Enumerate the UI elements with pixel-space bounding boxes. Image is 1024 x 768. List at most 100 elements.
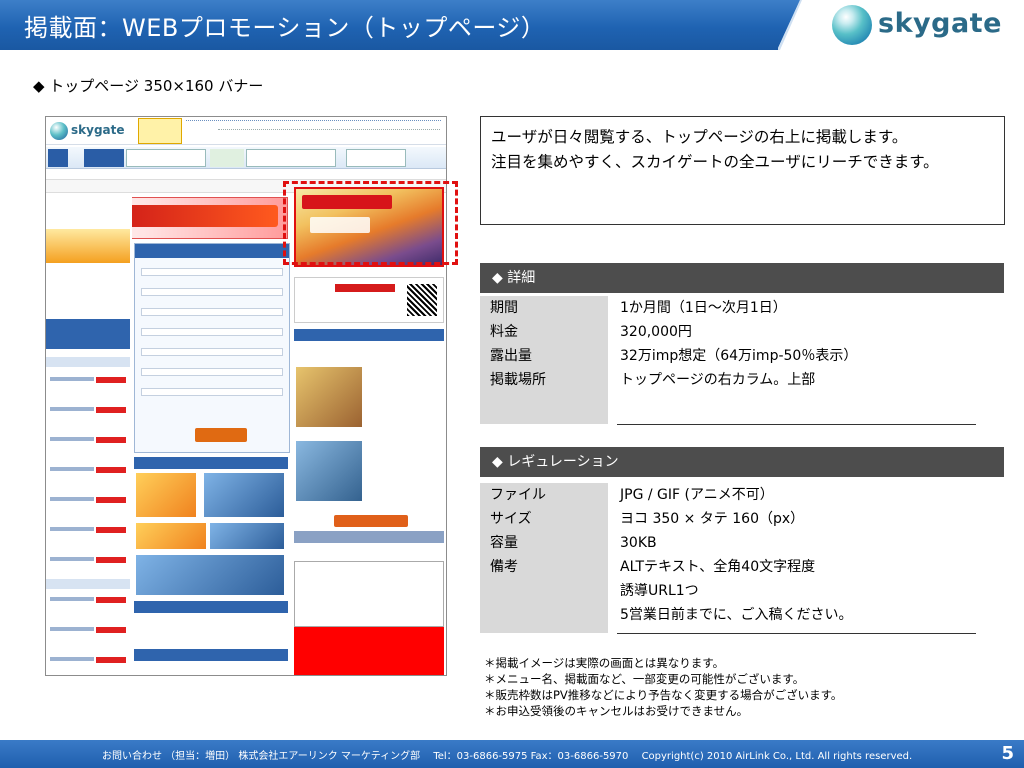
- regulation-label: 備考: [480, 555, 608, 579]
- mock-left-band: [46, 579, 130, 589]
- note-item: ＊販売枠数はPV推移などにより予告なく変更する場合がございます。: [484, 688, 843, 702]
- mock-field: [141, 368, 283, 376]
- skygate-logo-icon: [832, 5, 872, 45]
- mock-field: [141, 308, 283, 316]
- regulation-label: 容量: [480, 531, 608, 555]
- description-line-1: ユーザが日々閲覧する、トップページの右上に掲載します。: [491, 128, 908, 146]
- mock-field: [141, 328, 283, 336]
- mock-field: [141, 288, 283, 296]
- regulation-row: 備考 ALTテキスト、全角40文字程度: [480, 555, 1004, 579]
- regulation-label: [480, 579, 608, 603]
- mock-right-header: [294, 329, 444, 341]
- mock-mid-img: [136, 473, 196, 517]
- mock-right-button: [334, 515, 408, 527]
- subtitle: ◆ トップページ 350×160 バナー: [33, 77, 264, 95]
- regulation-value: ヨコ 350 × タテ 160（px）: [620, 511, 805, 527]
- banner-placement-frame: [283, 181, 458, 265]
- mock-right-header: [294, 531, 444, 543]
- note-item: ＊メニュー名、掲載面など、一部変更の可能性がございます。: [484, 672, 805, 686]
- regulation-row: 容量 30KB: [480, 531, 1004, 555]
- mock-line: [50, 377, 94, 381]
- details-rule: [617, 424, 976, 425]
- mock-logo-icon: [50, 122, 68, 140]
- regulation-label-fill: [480, 627, 608, 633]
- footer-contact-text: お問い合わせ （担当：増田） 株式会社エアーリンク マーケティング部 Tel：0…: [102, 751, 913, 762]
- mock-line: [50, 497, 94, 501]
- mock-line: [50, 597, 94, 601]
- slide-footer: お問い合わせ （担当：増田） 株式会社エアーリンク マーケティング部 Tel：0…: [0, 740, 1024, 768]
- mock-line: [50, 557, 94, 561]
- mock-promo-badge: [138, 118, 182, 144]
- description-box: ユーザが日々閲覧する、トップページの右上に掲載します。 注目を集めやすく、スカイ…: [480, 116, 1005, 225]
- mock-line: [50, 527, 94, 531]
- mock-price: [96, 627, 126, 633]
- details-value: 32万imp想定（64万imp-50％表示）: [620, 348, 858, 364]
- mock-phone-box: [294, 277, 444, 323]
- mock-nav-tab: [84, 149, 124, 167]
- mock-left-promo: [46, 229, 130, 263]
- note-item: ＊掲載イメージは実際の画面とは異なります。: [484, 656, 725, 670]
- mock-mid-header: [134, 649, 288, 661]
- mock-price: [96, 377, 126, 383]
- mock-line: [50, 437, 94, 441]
- mock-nav-tab: [246, 149, 336, 167]
- slide-title: 掲載面：WEBプロモーション（トップページ）: [24, 14, 546, 42]
- mock-mid-img: [136, 555, 284, 595]
- mock-topbar: skygate: [46, 117, 446, 145]
- mock-price: [96, 497, 126, 503]
- mock-line: [50, 467, 94, 471]
- mock-price: [96, 467, 126, 473]
- regulation-value: 誘導URL1つ: [620, 583, 699, 599]
- regulation-value: 5営業日前までに、ご入稿ください。: [620, 607, 853, 623]
- details-table: 期間 1か月間（1日～次月1日） 料金 320,000円 露出量 32万imp想…: [480, 296, 1004, 425]
- details-row: 掲載場所 トップページの右カラム。上部: [480, 368, 1004, 392]
- regulation-row: ファイル JPG / GIF (アニメ不可）: [480, 483, 1004, 507]
- mock-price: [96, 407, 126, 413]
- mock-mid-img: [204, 473, 284, 517]
- mock-price: [96, 527, 126, 533]
- mock-field: [141, 348, 283, 356]
- mock-phone-number: [335, 284, 395, 292]
- details-header: ◆ 詳細: [480, 263, 1004, 293]
- mock-left-pickup: [46, 319, 130, 349]
- mock-field: [141, 268, 283, 276]
- mock-logo-text: skygate: [71, 123, 125, 137]
- details-row: 期間 1か月間（1日～次月1日）: [480, 296, 1004, 320]
- mock-ad-area: [294, 561, 444, 627]
- mock-middle-column: [134, 457, 290, 672]
- mock-mid-img: [210, 523, 284, 549]
- mock-nav-tab: [48, 149, 68, 167]
- slide-header: 掲載面：WEBプロモーション（トップページ） skygate: [0, 0, 1024, 50]
- mock-left-band: [46, 357, 130, 367]
- mock-price: [96, 437, 126, 443]
- regulation-row: 誘導URL1つ: [480, 579, 1004, 603]
- qr-code-icon: [407, 284, 437, 316]
- mock-ad-red-block: [294, 627, 444, 675]
- notes: ＊掲載イメージは実際の画面とは異なります。 ＊メニュー名、掲載面など、一部変更の…: [484, 655, 842, 719]
- mock-field: [141, 388, 283, 396]
- mock-left-column: [46, 197, 132, 675]
- note-item: ＊お申込受領後のキャンセルはお受けできません。: [484, 704, 749, 718]
- regulation-header: ◆ レギュレーション: [480, 447, 1004, 477]
- page-number: 5: [1001, 743, 1014, 764]
- mock-search-header: [135, 244, 289, 258]
- logo-text: skygate: [878, 8, 1002, 39]
- mock-nav-tab: [346, 149, 406, 167]
- regulation-row: サイズ ヨコ 350 × タテ 160（px）: [480, 507, 1004, 531]
- details-value: 1か月間（1日～次月1日）: [620, 300, 787, 316]
- mock-mid-img: [136, 523, 206, 549]
- description-line-2: 注目を集めやすく、スカイゲートの全ユーザにリーチできます。: [491, 153, 939, 171]
- regulation-label: サイズ: [480, 507, 608, 531]
- details-label: 料金: [480, 320, 608, 344]
- regulation-value: ALTテキスト、全角40文字程度: [620, 559, 816, 575]
- regulation-row: 5営業日前までに、ご入稿ください。: [480, 603, 1004, 627]
- logo-area: skygate: [778, 0, 1024, 50]
- details-value: トップページの右カラム。上部: [620, 372, 816, 388]
- details-label: 期間: [480, 296, 608, 320]
- mock-line: [50, 407, 94, 411]
- mock-mid-header: [134, 601, 288, 613]
- mock-nav-row: [46, 147, 446, 169]
- regulation-value: JPG / GIF (アニメ不可）: [620, 487, 774, 503]
- details-row: 露出量 32万imp想定（64万imp-50％表示）: [480, 344, 1004, 368]
- mock-price: [96, 657, 126, 663]
